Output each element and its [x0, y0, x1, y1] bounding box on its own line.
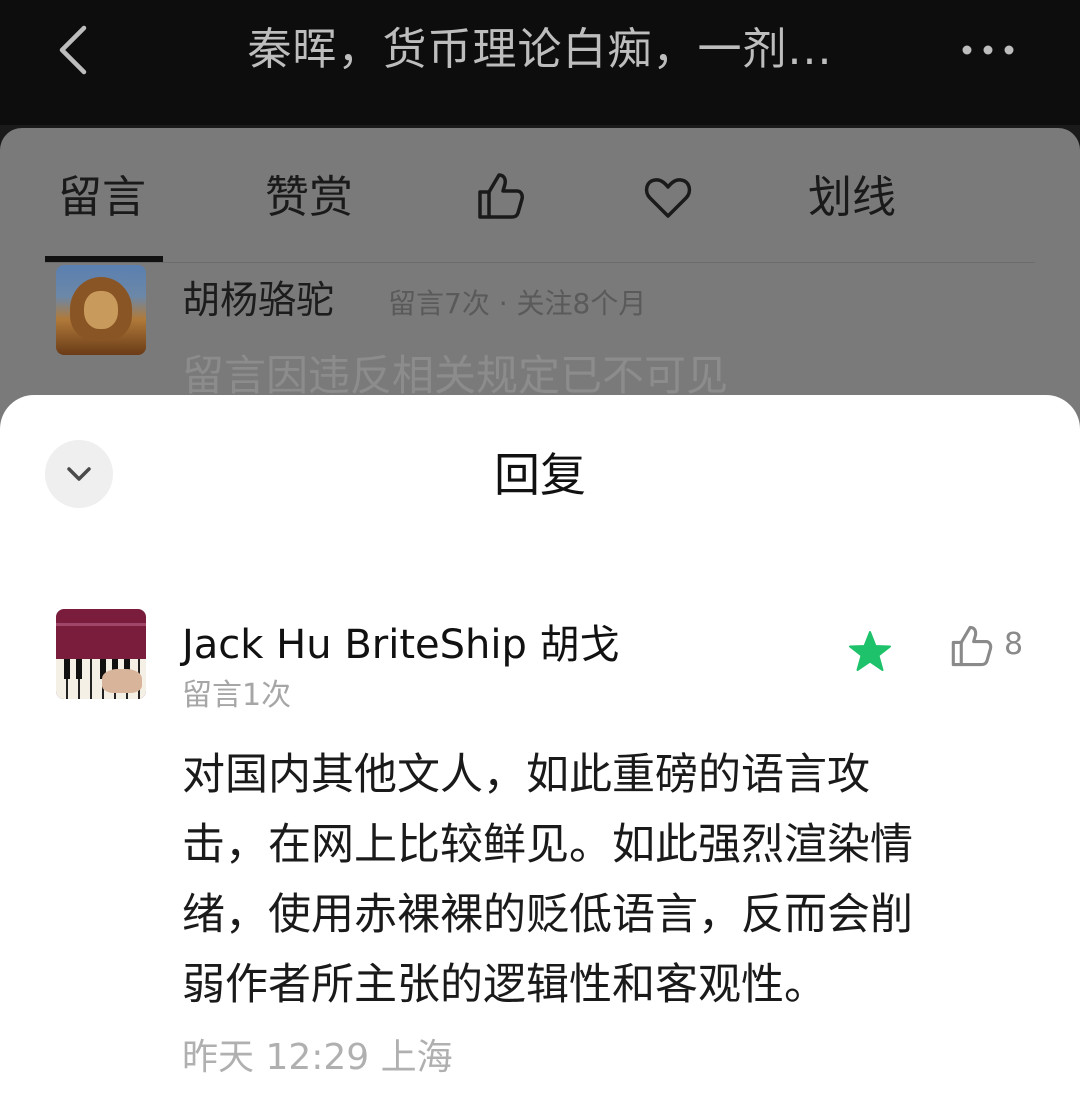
- tab-comments[interactable]: 留言: [58, 168, 146, 228]
- avatar[interactable]: [56, 609, 146, 699]
- reply-text: 对国内其他文人，如此重磅的语言攻 击，在网上比较鲜见。如此强烈渲染情 绪，使用赤…: [182, 750, 913, 1010]
- more-button[interactable]: [955, 30, 1025, 70]
- reply-author-name[interactable]: Jack Hu BriteShip 胡戈: [182, 617, 620, 673]
- comment-author-meta: 留言7次 · 关注8个月: [388, 287, 647, 320]
- tab-highlights[interactable]: 划线: [808, 168, 896, 228]
- thumbs-up-icon: [951, 625, 993, 667]
- reply-sheet: 回复 Jack Hu BriteShip 胡戈 留言1次 8 对国内其他文人，如…: [0, 395, 1080, 1095]
- like-count: 8: [1004, 627, 1024, 662]
- sheet-title: 回复: [494, 448, 586, 502]
- thumbs-up-icon: [478, 173, 524, 219]
- divider: [45, 262, 1035, 263]
- star-icon: [849, 631, 891, 671]
- reply-timestamp: 昨天 12:29 上海: [182, 1037, 453, 1078]
- top-bar: 秦晖，货币理论白痴，一剂...: [0, 0, 1080, 125]
- heart-icon: [644, 178, 692, 218]
- tab-reward[interactable]: 赞赏: [265, 168, 353, 228]
- comment-author-name[interactable]: 胡杨骆驼: [182, 274, 334, 326]
- tab-favorite[interactable]: [643, 172, 693, 222]
- avatar[interactable]: [56, 265, 146, 355]
- page-title: 秦晖，货币理论白痴，一剂...: [247, 24, 833, 75]
- reply-author-count: 留言1次: [182, 678, 292, 713]
- more-horizontal-icon: [962, 45, 1014, 55]
- tab-like[interactable]: [474, 170, 526, 222]
